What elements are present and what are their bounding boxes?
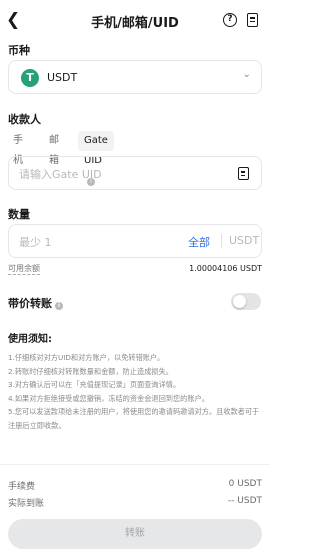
received-label: 实际到账 [8, 499, 45, 509]
list-item: 1.仔细核对对方UID和对方账户，以免转错账户。 [8, 353, 165, 362]
available-balance-value: 1.00004106 USDT [189, 264, 262, 273]
amount-unit: USDT [229, 234, 260, 247]
currency-label: 币种 [8, 44, 30, 57]
chevron-down-icon: ⌄ [242, 69, 251, 80]
fee-value: 0 USDT [228, 479, 262, 489]
tab-gate-uid[interactable]: Gate UIDi [78, 131, 114, 186]
usdt-coin-icon: T [21, 69, 39, 87]
available-balance-label[interactable]: 可用余额 [8, 264, 40, 275]
memo-toggle[interactable] [231, 293, 261, 310]
fee-label: 手续费 [8, 482, 36, 492]
tab-email[interactable]: 邮箱 [49, 131, 59, 166]
amount-field: 全部 USDT [8, 224, 262, 258]
currency-select[interactable]: T USDT ⌄ [8, 60, 262, 94]
header: ❮ 手机/邮箱/UID ? [0, 0, 270, 40]
notice-title: 使用须知: [8, 334, 52, 345]
amount-label: 数量 [8, 208, 30, 221]
recipient-input[interactable] [19, 165, 219, 183]
amount-input[interactable] [19, 233, 179, 251]
list-item: 4.如果对方拒绝接受或您撤销，冻结的资金会退回到您的账户。 [8, 393, 209, 403]
divider [221, 234, 222, 248]
all-button[interactable]: 全部 [188, 234, 210, 250]
received-value: -- USDT [227, 496, 262, 506]
list-item: 2.转账时仔细核对转账数量和金额，防止造成损失。 [8, 366, 173, 376]
address-book-icon[interactable] [238, 167, 249, 180]
recipient-label: 收款人 [8, 113, 41, 126]
recipient-field [8, 156, 262, 190]
toggle-knob [233, 295, 246, 308]
info-icon[interactable]: i [55, 302, 63, 310]
memo-label: 带价转账 i [8, 295, 63, 311]
currency-value: USDT [47, 71, 78, 84]
transfer-button[interactable]: 转账 [8, 519, 262, 549]
memo-label-text: 带价转账 [8, 297, 52, 310]
tab-phone[interactable]: 手机 [13, 131, 23, 166]
record-icon[interactable] [247, 13, 258, 27]
help-icon[interactable]: ? [223, 13, 237, 27]
list-item: 5.您可以发送款项给未注册的用户，将使用您的邀请码邀请对方。且收款者可于注册后立… [8, 407, 260, 430]
footer: 手续费 0 USDT 实际到账 -- USDT 转账 [0, 464, 270, 555]
list-item: 3.对方确认后可以在「充值提现记录」页面查询详情。 [8, 380, 181, 389]
notice-list: 1.仔细核对对方UID和对方账户，以免转错账户。 2.转账时仔细核对转账数量和金… [8, 351, 264, 432]
